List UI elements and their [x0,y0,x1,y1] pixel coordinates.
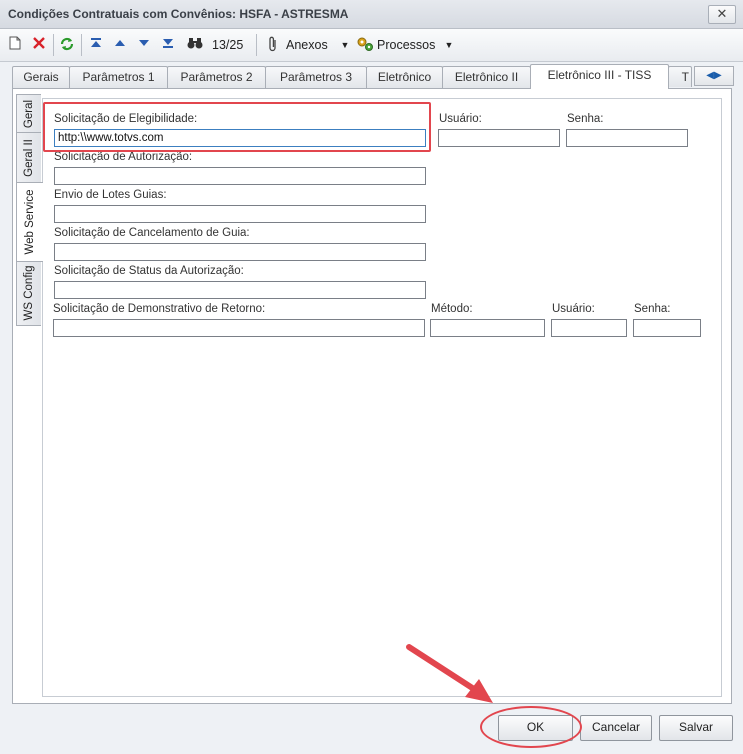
tab-t[interactable]: T [668,66,692,87]
side-tab-label: Geral II [23,139,35,177]
usuario2-input[interactable] [551,319,627,337]
tab-gerais[interactable]: Gerais [12,66,70,88]
toolbar-separator [53,34,54,56]
chevron-down-icon[interactable]: ▼ [336,36,354,54]
gears-icon[interactable] [356,36,374,54]
tab-eletronico[interactable]: Eletrônico [366,66,443,88]
usuario-label: Usuário: [439,113,482,125]
first-record-icon[interactable] [87,36,105,54]
tab-strip: Gerais Parâmetros 1 Parâmetros 2 Parâmet… [0,62,743,89]
attachments-menu[interactable]: Anexos [286,38,328,52]
cancelamento-input[interactable] [54,243,426,261]
toolbar: 13/25 Anexos ▼ Processos ▼ [0,29,743,62]
paperclip-icon[interactable] [264,36,282,54]
arrow-left-icon[interactable]: ◀ [706,70,714,81]
title-bar: Condições Contratuais com Convênios: HSF… [0,0,743,29]
form-area: Solicitação de Elegibilidade: Usuário: S… [42,98,722,697]
cancelamento-label: Solicitação de Cancelamento de Guia: [54,227,250,239]
lotes-input[interactable] [54,205,426,223]
side-tab-label: WS Config [23,265,35,321]
cancel-button[interactable]: Cancelar [580,715,652,741]
window-title: Condições Contratuais com Convênios: HSF… [8,7,349,21]
status-input[interactable] [54,281,426,299]
senha2-input[interactable] [633,319,701,337]
processes-menu[interactable]: Processos [377,38,435,52]
tab-eletronico-iii-tiss[interactable]: Eletrônico III - TISS [530,64,669,89]
toolbar-separator [81,34,82,56]
side-tab-label: Geral [23,99,35,129]
previous-record-icon[interactable] [111,36,129,54]
senha-input[interactable] [566,129,688,147]
side-tab-ws-config[interactable]: WS Config [16,260,41,326]
lotes-label: Envio de Lotes Guias: [54,189,167,201]
save-button[interactable]: Salvar [659,715,733,741]
status-label: Solicitação de Status da Autorização: [54,265,244,277]
tab-scroll-buttons[interactable]: ◀▶ [694,66,734,86]
demonstrativo-label: Solicitação de Demonstrativo de Retorno: [53,303,266,315]
close-icon: ✕ [716,6,728,21]
chevron-down-icon[interactable]: ▼ [440,36,458,54]
last-record-icon[interactable] [159,36,177,54]
side-tab-geral[interactable]: Geral [16,94,41,134]
tab-parametros-1[interactable]: Parâmetros 1 [69,66,168,88]
side-tab-web-service[interactable]: Web Service [16,182,43,262]
next-record-icon[interactable] [135,36,153,54]
autorizacao-label: Solicitação de Autorização: [54,151,193,163]
arrow-right-icon[interactable]: ▶ [714,70,722,81]
document-icon[interactable] [6,36,24,54]
binoculars-icon[interactable] [186,36,204,54]
ok-highlight-circle [480,706,582,748]
usuario-input[interactable] [438,129,560,147]
tab-parametros-2[interactable]: Parâmetros 2 [167,66,266,88]
refresh-icon[interactable] [58,36,76,54]
delete-x-icon[interactable] [30,36,48,54]
senha-label: Senha: [567,113,604,125]
highlight-box [43,102,431,152]
record-position: 13/25 [212,38,244,52]
metodo-input[interactable] [430,319,545,337]
side-tabs: Geral Geral II Web Service WS Config [16,94,43,326]
tab-eletronico-ii[interactable]: Eletrônico II [442,66,531,88]
toolbar-separator [256,34,257,56]
side-tab-geral-ii[interactable]: Geral II [16,132,41,184]
side-tab-label: Web Service [24,189,36,255]
senha2-label: Senha: [634,303,671,315]
close-button[interactable]: ✕ [708,5,736,24]
tab-parametros-3[interactable]: Parâmetros 3 [265,66,367,88]
autorizacao-input[interactable] [54,167,426,185]
metodo-label: Método: [431,303,473,315]
usuario2-label: Usuário: [552,303,595,315]
demonstrativo-input[interactable] [53,319,425,337]
